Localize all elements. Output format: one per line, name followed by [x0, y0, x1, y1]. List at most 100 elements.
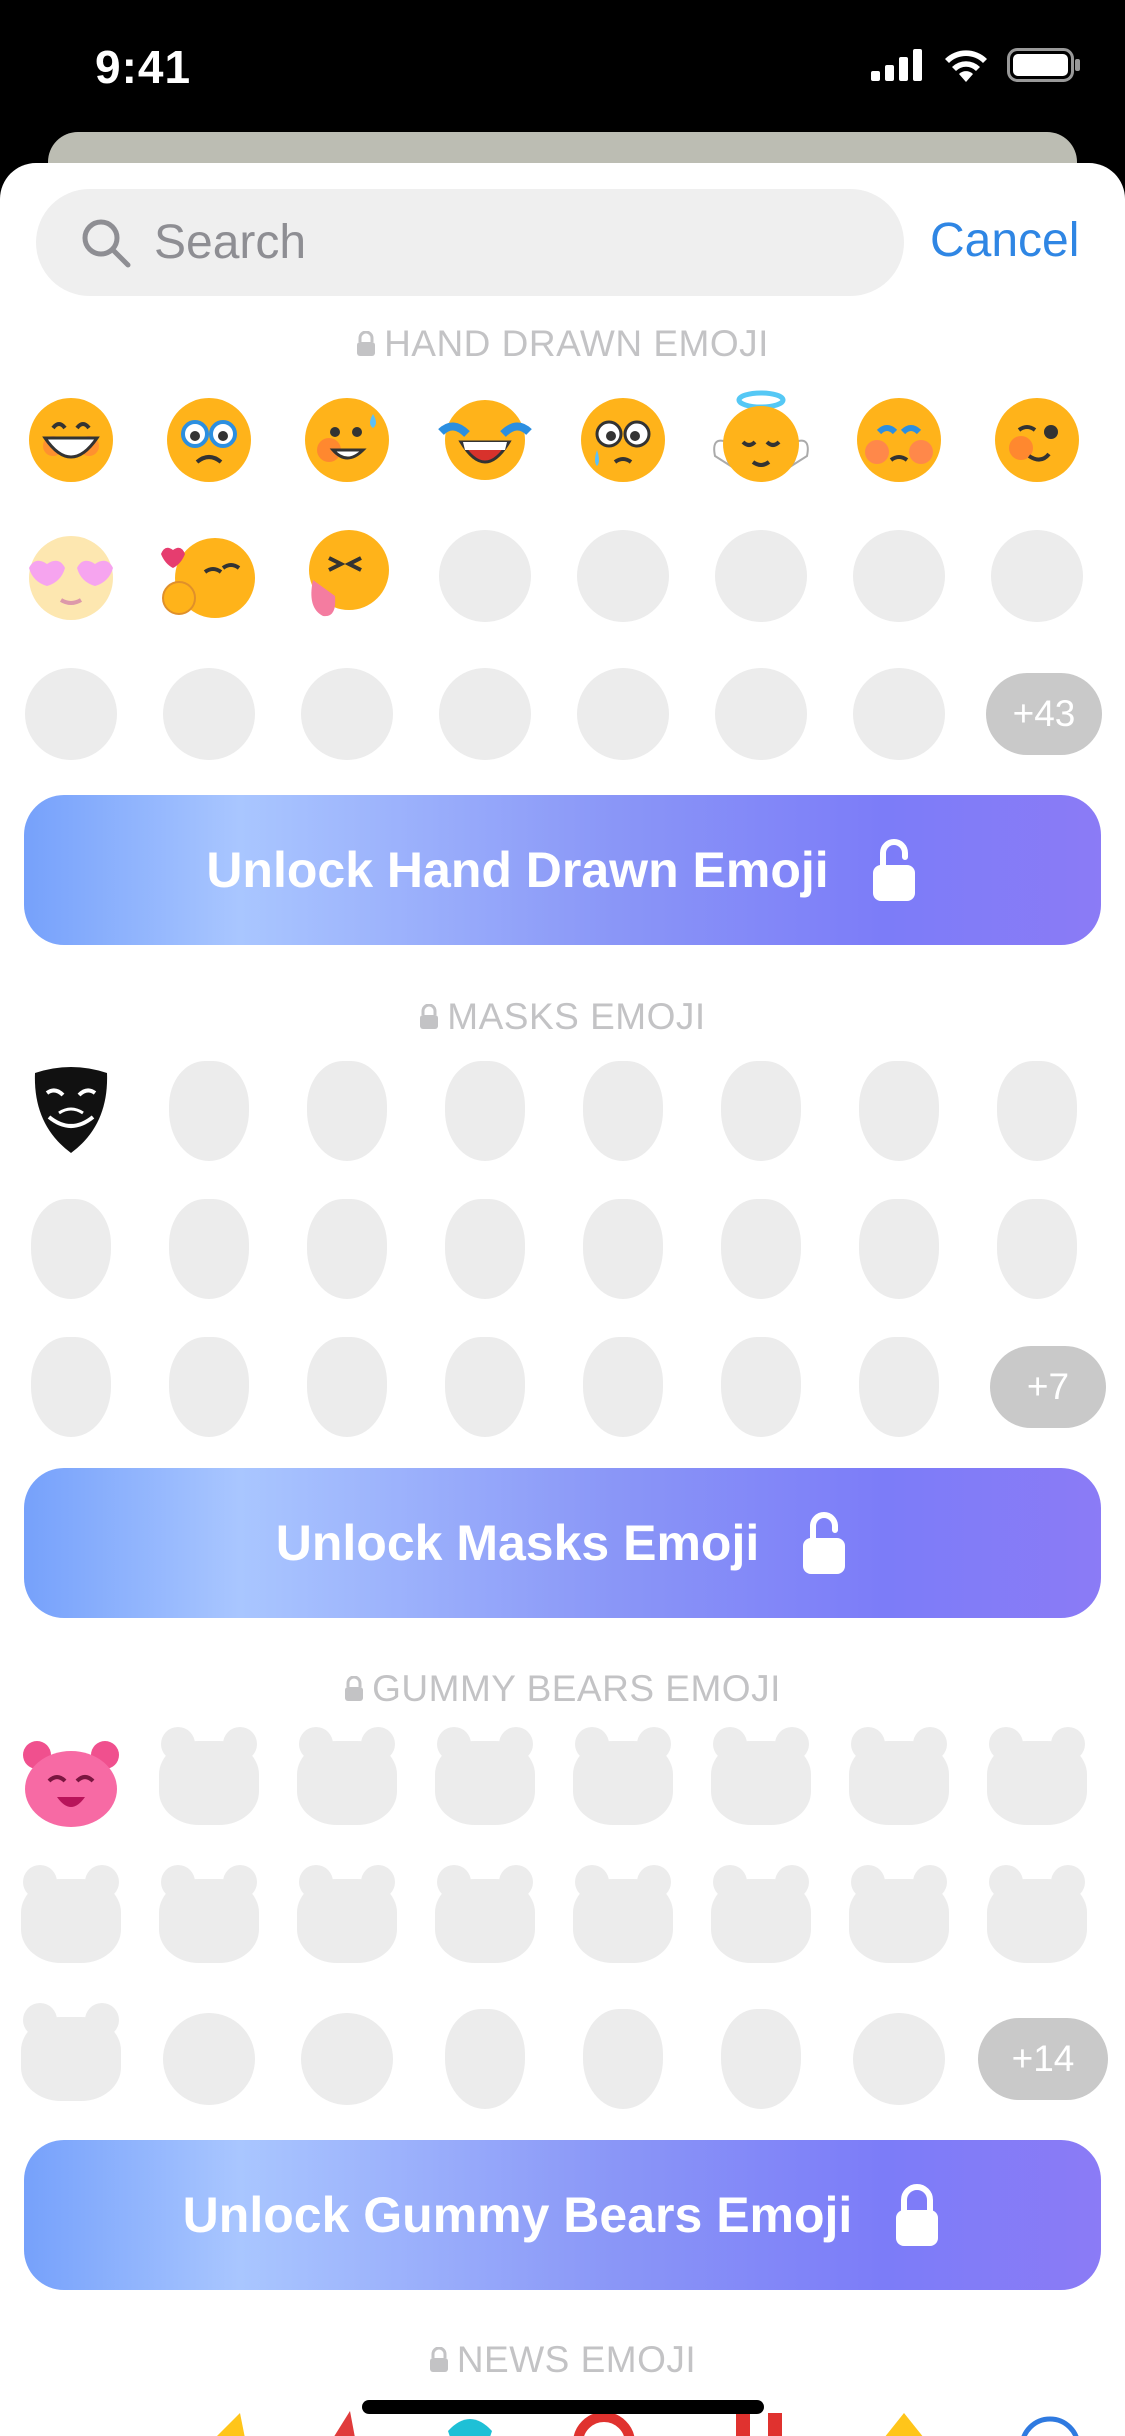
search-bar[interactable] — [36, 189, 904, 296]
unlock-hand-drawn-button[interactable]: Unlock Hand Drawn Emoji — [24, 795, 1101, 945]
emoji-angel[interactable] — [706, 383, 816, 493]
emoji-locked-9 — [430, 659, 540, 769]
emoji-grin-braces[interactable] — [16, 383, 126, 493]
emoji-locked-13 — [706, 1865, 816, 1976]
emoji-pink-gummy-bear[interactable] — [16, 1728, 126, 1838]
emoji-kiss[interactable] — [154, 521, 264, 631]
emoji-locked-1 — [154, 1727, 264, 1838]
emoji-locked-6 — [844, 1056, 954, 1166]
more-count-badge[interactable]: +14 — [978, 2018, 1108, 2100]
emoji-locked-2 — [292, 1056, 402, 1166]
lock-icon — [345, 1676, 364, 1701]
unlock-button-label: Unlock Masks Emoji — [275, 1515, 760, 1571]
teary-emoji-icon — [581, 398, 665, 482]
more-count-badge[interactable]: +7 — [990, 1346, 1106, 1428]
emoji-locked-12 — [844, 659, 954, 769]
emoji-locked-1 — [430, 521, 540, 631]
lock-icon — [420, 1004, 439, 1029]
section-title-label: MASKS EMOJI — [447, 996, 706, 1037]
emoji-pleading[interactable] — [844, 383, 954, 493]
emoji-locked-22 — [844, 2004, 954, 2114]
emoji-locked-4 — [568, 1056, 678, 1166]
mask-emoji-icon — [34, 1067, 108, 1153]
search-input[interactable] — [154, 215, 804, 270]
emoji-locked-11 — [706, 659, 816, 769]
tears-of-joy-emoji-icon — [438, 400, 532, 480]
tongue-emoji-icon — [309, 530, 389, 617]
emoji-locked-21 — [706, 2004, 816, 2114]
emoji-locked-21 — [706, 1332, 816, 1442]
wink-emoji-icon — [995, 398, 1079, 482]
emoji-locked-12 — [568, 1865, 678, 1976]
emoji-locked-22 — [844, 1332, 954, 1442]
section-title: NEWS EMOJI — [0, 2339, 1125, 2381]
emoji-locked-17 — [154, 2004, 264, 2114]
angel-emoji-icon — [713, 390, 809, 482]
emoji-locked-5 — [982, 521, 1092, 631]
emoji-locked-13 — [706, 1194, 816, 1304]
battery-icon — [1007, 48, 1080, 82]
emoji-locked-11 — [430, 1865, 540, 1976]
signal-icon — [871, 49, 922, 81]
pleading-emoji-icon — [857, 398, 941, 482]
wifi-icon — [945, 50, 987, 82]
emoji-locked-7 — [982, 1727, 1092, 1838]
emoji-locked-4 — [844, 521, 954, 631]
emoji-guy-fawkes-mask[interactable] — [16, 1056, 126, 1166]
cancel-button[interactable]: Cancel — [930, 213, 1079, 268]
emoji-crying[interactable] — [154, 383, 264, 493]
unlock-icon — [803, 1512, 846, 1574]
emoji-locked-10 — [568, 659, 678, 769]
unlock-icon — [872, 839, 915, 901]
emoji-locked-10 — [292, 1865, 402, 1976]
emoji-locked-14 — [844, 1865, 954, 1976]
emoji-locked-20 — [568, 2004, 678, 2114]
lock-icon — [357, 331, 376, 356]
emoji-locked-6 — [844, 1727, 954, 1838]
emoji-locked-2 — [292, 1727, 402, 1838]
unlock-gummy-bears-button[interactable]: Unlock Gummy Bears Emoji — [24, 2140, 1101, 2290]
emoji-locked-14 — [844, 1194, 954, 1304]
lock-icon — [896, 2184, 939, 2246]
emoji-locked-19 — [430, 1332, 540, 1442]
section-title: GUMMY BEARS EMOJI — [0, 1668, 1125, 1710]
lock-icon — [429, 2347, 448, 2372]
emoji-wink[interactable] — [982, 383, 1092, 493]
unlock-button-label: Unlock Gummy Bears Emoji — [182, 2187, 853, 2243]
home-indicator[interactable] — [362, 2400, 764, 2414]
emoji-locked-10 — [292, 1194, 402, 1304]
emoji-heart-eyes[interactable] — [16, 521, 126, 631]
unlock-masks-button[interactable]: Unlock Masks Emoji — [24, 1468, 1101, 1618]
crying-emoji-icon — [167, 398, 251, 482]
grinning-emoji-icon — [29, 398, 113, 482]
emoji-locked-5 — [706, 1056, 816, 1166]
emoji-locked-9 — [154, 1865, 264, 1976]
emoji-locked-20 — [568, 1332, 678, 1442]
emoji-locked-8 — [16, 1865, 126, 1976]
more-count-badge[interactable]: +43 — [986, 673, 1102, 755]
search-icon — [82, 219, 131, 267]
emoji-locked-18 — [292, 2004, 402, 2114]
status-time: 9:41 — [95, 41, 192, 93]
emoji-sweat-smile[interactable] — [292, 383, 402, 493]
emoji-locked-18 — [292, 1332, 402, 1442]
status-icons — [871, 48, 1081, 82]
emoji-locked-15 — [982, 1865, 1092, 1976]
emoji-locked-16 — [16, 1332, 126, 1442]
section-title-label: HAND DRAWN EMOJI — [384, 323, 769, 364]
emoji-teary[interactable] — [568, 383, 678, 493]
sweat-smile-emoji-icon — [305, 398, 389, 482]
emoji-locked-11 — [430, 1194, 540, 1304]
emoji-locked-6 — [16, 659, 126, 769]
emoji-locked-8 — [16, 1194, 126, 1304]
section-title-label: NEWS EMOJI — [456, 2339, 697, 2380]
emoji-sheet: Cancel HAND DRAWN EMOJI — [0, 163, 1125, 2436]
status-bar: 9:41 — [0, 0, 1125, 130]
emoji-tears-of-joy[interactable] — [430, 383, 540, 493]
emoji-locked-19 — [430, 2004, 540, 2114]
gummy-bear-emoji-icon — [23, 1741, 119, 1827]
emoji-tongue[interactable] — [292, 521, 402, 631]
kiss-emoji-icon — [161, 538, 255, 618]
emoji-locked-3 — [430, 1056, 540, 1166]
emoji-locked-4 — [568, 1727, 678, 1838]
